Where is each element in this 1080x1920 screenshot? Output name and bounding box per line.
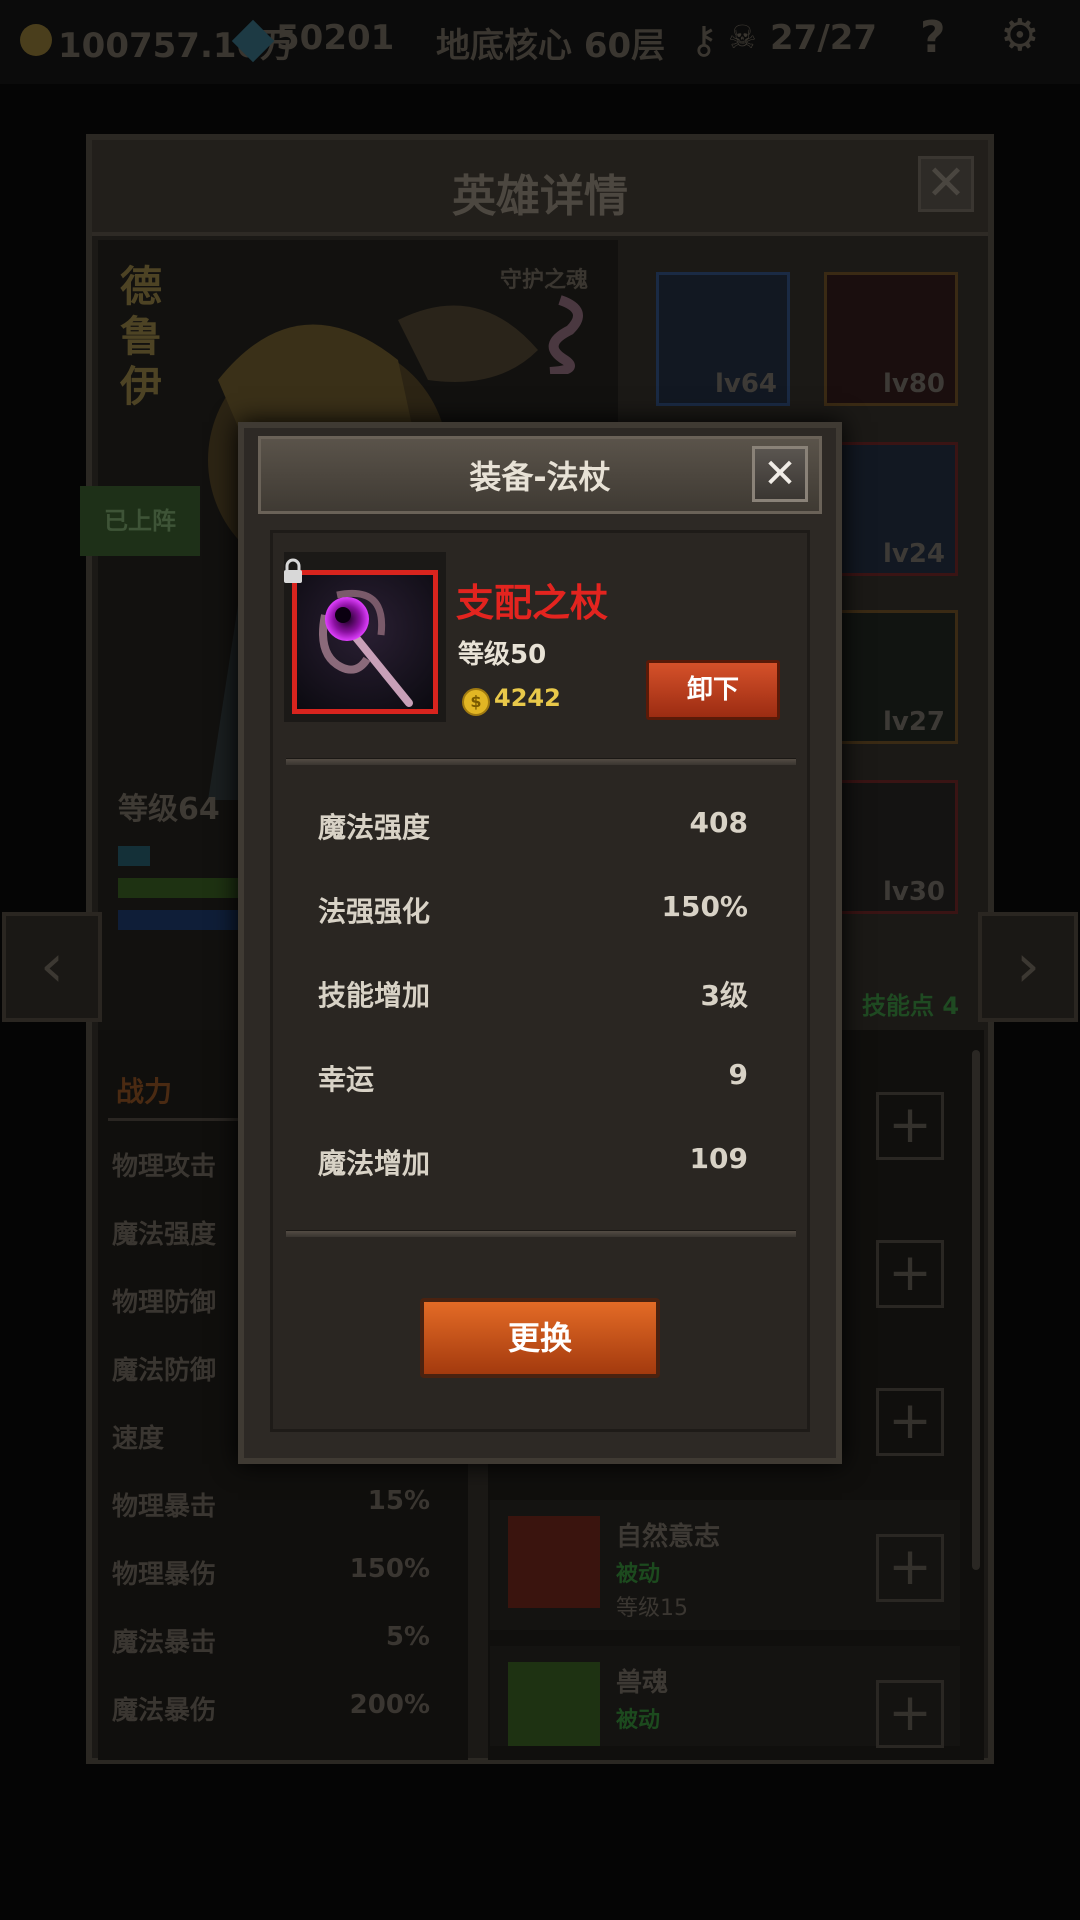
stats-header: 战力 — [116, 1075, 173, 1108]
item-price: 4242 — [494, 684, 561, 712]
equipment-slot-cloak[interactable]: lv64 — [656, 272, 790, 406]
help-button[interactable]: ? — [920, 12, 946, 63]
stat-label: 物理暴伤 — [112, 1560, 217, 1590]
key-icon: ⚷ — [690, 18, 718, 62]
settings-gear-icon[interactable]: ⚙ — [1000, 10, 1039, 61]
next-hero-arrow[interactable]: › — [978, 912, 1078, 1022]
hero-name: 德鲁伊 — [120, 262, 163, 411]
attribute-value: 408 — [689, 806, 748, 839]
item-name: 支配之杖 — [456, 581, 609, 625]
skills-scrollbar[interactable] — [972, 1050, 980, 1570]
attribute-value: 3级 — [700, 979, 748, 1012]
gem-amount: 50201 — [276, 18, 395, 58]
gold-coin-icon — [20, 24, 52, 56]
beast-soul-skill-icon[interactable] — [508, 1662, 600, 1746]
stat-label: 物理攻击 — [112, 1152, 217, 1182]
item-icon-staff[interactable] — [292, 570, 438, 714]
dialog-title: 装备-法杖 — [469, 458, 611, 496]
hero-level: 等级64 — [118, 792, 220, 827]
stat-value: 150% — [349, 1554, 430, 1584]
skill-upgrade-button[interactable]: + — [876, 1534, 944, 1602]
location-label[interactable]: 地底核心 60层 — [436, 18, 665, 67]
skill-type: 被动 — [616, 1708, 661, 1733]
item-level: 等级50 — [458, 640, 547, 670]
replace-button[interactable]: 更换 — [420, 1298, 660, 1378]
skill-name: 兽魂 — [616, 1668, 669, 1698]
stat-label: 物理防御 — [112, 1288, 217, 1318]
stat-value: 200% — [349, 1690, 430, 1720]
stat-label: 魔法暴击 — [112, 1628, 217, 1658]
mana-bar — [118, 910, 238, 930]
attribute-value: 150% — [661, 890, 748, 923]
skill-name: 自然意志 — [616, 1522, 721, 1552]
stat-label: 物理暴击 — [112, 1492, 217, 1522]
guardian-serpent-icon[interactable] — [520, 290, 594, 377]
skill-points: 技能点 4 — [862, 992, 960, 1020]
slot-level: lv80 — [882, 369, 945, 399]
gold-coin-icon: $ — [462, 688, 490, 716]
equipment-slot-ring[interactable]: lv27 — [824, 610, 958, 744]
stat-value: 15% — [367, 1486, 430, 1516]
equipment-slot-boots[interactable]: lv30 — [824, 780, 958, 914]
attribute-label: 技能增加 — [318, 979, 431, 1012]
stat-label: 速度 — [112, 1424, 165, 1454]
stat-label: 魔法强度 — [112, 1220, 217, 1250]
stat-value: 5% — [385, 1622, 430, 1652]
attribute-value: 9 — [728, 1058, 748, 1091]
equipment-slot-amulet[interactable]: lv80 — [824, 272, 958, 406]
skill-level: 等级15 — [616, 1596, 688, 1621]
attribute-value: 109 — [689, 1142, 748, 1175]
attribute-label: 幸运 — [318, 1063, 375, 1096]
attribute-label: 魔法强度 — [318, 811, 431, 844]
equipment-slot-armor[interactable]: lv24 — [824, 442, 958, 576]
slot-level: lv24 — [882, 539, 945, 569]
lock-icon[interactable] — [282, 558, 304, 584]
slot-level: lv64 — [714, 369, 777, 399]
stat-label: 魔法暴伤 — [112, 1696, 217, 1726]
slot-level: lv27 — [882, 707, 945, 737]
skill-upgrade-button[interactable]: + — [876, 1388, 944, 1456]
exp-bar — [118, 878, 238, 898]
key-count: 27/27 — [770, 18, 878, 58]
stat-label: 魔法防御 — [112, 1356, 217, 1386]
hero-window-title: 英雄详情 — [452, 171, 628, 222]
hp-bar — [118, 846, 150, 866]
top-bar: 100757.10万 50201 地底核心 60层 ⚷ ☠ 27/27 ? ⚙ — [0, 0, 1080, 84]
skill-upgrade-button[interactable]: + — [876, 1240, 944, 1308]
divider-bottom — [286, 1230, 796, 1237]
prev-hero-arrow[interactable]: ‹ — [2, 912, 102, 1022]
unequip-button[interactable]: 卸下 — [646, 660, 780, 720]
skill-upgrade-button[interactable]: + — [876, 1092, 944, 1160]
divider-top — [286, 758, 796, 765]
hero-close-button[interactable]: ✕ — [918, 156, 974, 212]
skill-type: 被动 — [616, 1562, 661, 1587]
paw-skill-icon[interactable] — [508, 1516, 600, 1608]
dialog-close-button[interactable]: ✕ — [752, 446, 808, 502]
attribute-label: 法强强化 — [318, 895, 431, 928]
slot-level: lv30 — [882, 877, 945, 907]
skull-icon: ☠ — [728, 18, 757, 56]
attribute-label: 魔法增加 — [318, 1147, 431, 1180]
skill-upgrade-button[interactable]: + — [876, 1680, 944, 1748]
deployed-badge: 已上阵 — [80, 486, 200, 556]
staff-icon — [319, 589, 413, 707]
